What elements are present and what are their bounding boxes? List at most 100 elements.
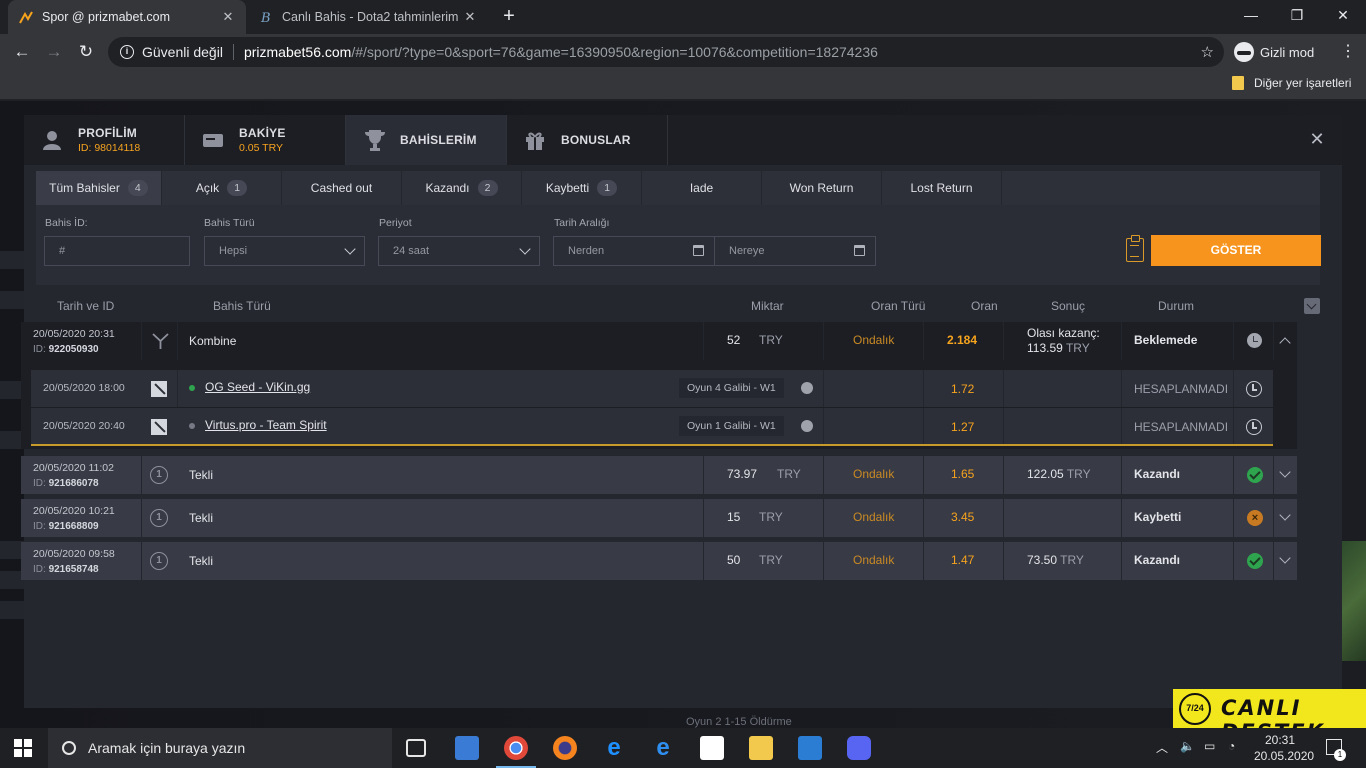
wifi-icon[interactable]: ◔ [1228,739,1235,753]
bookmark-folder[interactable]: Diğer yer işaretleri [1232,76,1351,90]
svg-text:B: B [260,11,271,25]
back-icon[interactable]: ← [10,40,34,64]
bet-row[interactable]: 20/05/2020 10:21 ID: 921668809 1 Tekli 1… [21,499,1297,537]
bet-type-cell [141,322,177,360]
bet-type-label: Bahis Türü [204,217,255,229]
store-icon[interactable] [700,736,724,760]
bet-id-label: Bahis İD: [45,217,88,229]
browser-tab-active[interactable]: Spor @ prizmabet.com ✕ [8,0,246,34]
close-window-icon[interactable]: ✕ [1320,0,1366,30]
chrome-icon[interactable] [504,736,528,760]
info-person-icon[interactable] [801,420,813,432]
forward-icon[interactable]: → [42,40,66,64]
minimize-icon[interactable]: — [1228,0,1274,30]
tab-bonuses[interactable]: BONUSLAR [507,115,668,165]
filter-lost[interactable]: Kaybetti 1 [522,171,642,205]
bet-date: 20/05/2020 10:21 [33,505,115,517]
bet-amount: 52 [727,333,741,347]
tab-balance[interactable]: BAKİYE 0.05 TRY [185,115,346,165]
firefox-icon[interactable] [553,736,577,760]
result-cell [1003,408,1121,445]
bet-odds: 1.47 [951,553,975,567]
filter-label: Cashed out [310,181,373,195]
internet-explorer-icon[interactable]: e [602,736,626,760]
tab-profile[interactable]: PROFİLİM ID: 98014118 [24,115,185,165]
combo-icon [152,333,169,349]
new-tab-icon[interactable]: + [498,6,520,28]
battery-icon[interactable]: ▭ [1204,739,1215,753]
filter-lost-return[interactable]: Lost Return [882,171,1002,205]
taskbar-search[interactable]: Aramak için buraya yazın [48,728,392,768]
volume-icon[interactable]: 🔈 [1180,739,1195,753]
file-explorer-icon[interactable] [749,736,773,760]
match-link[interactable]: OG Seed - ViKin.gg [205,380,310,394]
bet-type-name: Tekli [189,468,214,482]
filter-label: Won Return [789,181,854,195]
selection-odds: 1.72 [951,382,975,396]
col-amount: Miktar [751,299,784,313]
address-bar[interactable]: i Güvenli değil prizmabet56.com/#/sport/… [108,37,1224,67]
close-tab-icon[interactable]: ✕ [462,9,478,25]
single-bet-icon: 1 [150,552,168,570]
bet-type-select[interactable]: Hepsi [204,236,365,266]
bookmark-star-icon[interactable]: ☆ [1201,43,1214,61]
folder-icon [1232,76,1244,90]
url-path: /#/sport/?type=0&sport=76&game=16390950&… [351,44,878,60]
date-from-input[interactable]: Nerden [553,236,715,266]
incognito-indicator[interactable]: Gizli mod [1234,39,1314,65]
edge-icon[interactable]: e [651,736,675,760]
match-link[interactable]: Virtus.pro - Team Spirit [205,418,327,432]
filter-open[interactable]: Açık 1 [162,171,282,205]
trophy-icon [362,128,386,152]
bet-id: ID: 921686078 [33,478,99,489]
windows-start-icon[interactable] [14,739,32,757]
bet-id-input[interactable]: # [44,236,190,266]
clipboard-icon[interactable] [1126,235,1144,262]
selection-odds: 1.27 [951,420,975,434]
live-dot-icon [189,385,195,391]
win-currency: TRY [1066,467,1091,481]
result-cell [1003,370,1121,407]
bet-row[interactable]: 20/05/2020 11:02 ID: 921686078 1 Tekli 7… [21,456,1297,494]
mail-icon[interactable] [798,736,822,760]
bet-type-name: Tekli [189,511,214,525]
expand-all-icon[interactable] [1304,298,1320,314]
reload-icon[interactable]: ↻ [74,40,98,64]
page-content: PROFİLİM ID: 98014118 BAKİYE 0.05 TRY BA… [0,101,1366,728]
info-person-icon[interactable] [801,382,813,394]
show-button[interactable]: GÖSTER [1151,235,1321,266]
tray-chevron-icon[interactable]: ︿ [1156,739,1168,756]
control-panel-icon[interactable] [455,736,479,760]
discord-icon[interactable] [847,736,871,760]
browser-tab[interactable]: B Canlı Bahis - Dota2 tahminlerim - ✕ [248,0,488,34]
filter-refund[interactable]: Iade [642,171,762,205]
bet-date: 20/05/2020 11:02 [33,462,114,474]
clock-time[interactable]: 20:31 [1265,733,1295,747]
bet-row[interactable]: 20/05/2020 09:58 ID: 921658748 1 Tekli 5… [21,542,1297,580]
filter-label: Kazandı [425,181,470,195]
close-tab-icon[interactable]: ✕ [220,9,236,25]
filter-won-return[interactable]: Won Return [762,171,882,205]
period-select[interactable]: 24 saat [378,236,540,266]
filter-cashed-out[interactable]: Cashed out [282,171,402,205]
tab-title: Canlı Bahis - Dota2 tahminlerim - [282,10,462,24]
tab-my-bets[interactable]: BAHİSLERİM [346,115,507,165]
odds-type-cell [823,408,923,445]
info-icon[interactable]: i [120,45,134,59]
bet-row[interactable]: 20/05/2020 20:31 ID: 922050930 Kombine 5… [21,322,1297,360]
close-modal-icon[interactable]: ✕ [1308,130,1326,148]
calendar-icon[interactable] [693,245,704,256]
restore-icon[interactable]: ❐ [1274,0,1320,30]
dota2-icon [151,381,167,397]
calendar-icon[interactable] [854,245,865,256]
task-view-icon[interactable] [406,739,426,757]
filter-all-bets[interactable]: Tüm Bahisler 4 [36,171,162,205]
clock-date[interactable]: 20.05.2020 [1254,749,1314,763]
date-to-input[interactable]: Nereye [714,236,876,266]
live-support-badge[interactable]: 7/24 CANLI DESTEK [1173,689,1366,744]
selection-row: 20/05/2020 20:40 Virtus.pro - Team Spiri… [31,408,1273,445]
browser-menu-icon[interactable]: ⋮ [1340,40,1356,64]
period-value: 24 saat [393,245,430,257]
filter-won[interactable]: Kazandı 2 [402,171,522,205]
date-range-label: Tarih Aralığı [554,217,610,229]
